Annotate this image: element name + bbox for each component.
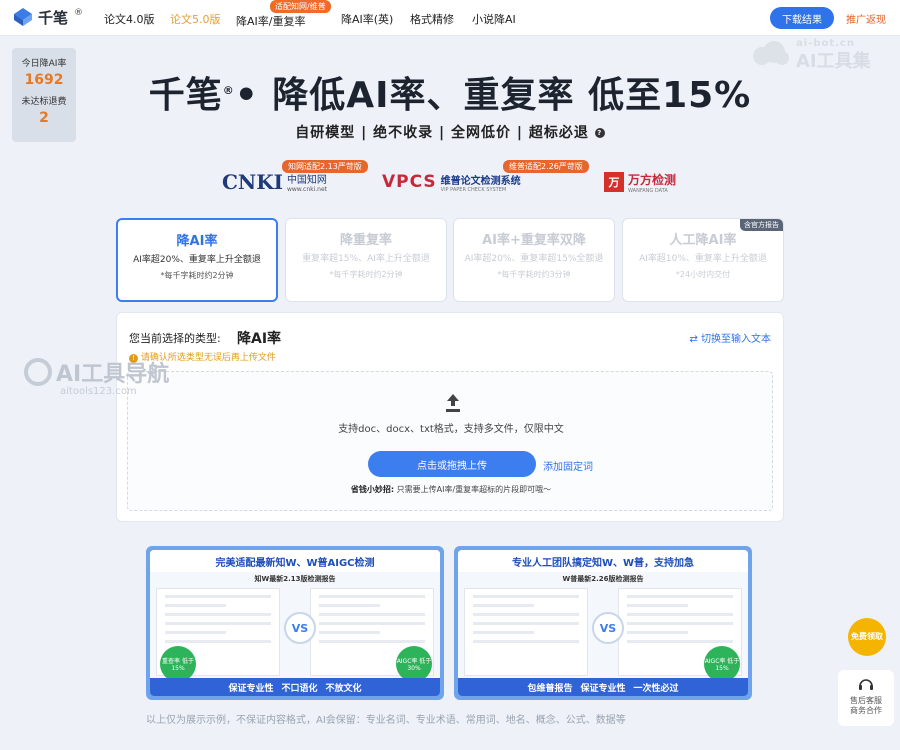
service-label: 售后客服 xyxy=(850,696,882,705)
report-sample-1[interactable]: 完美适配最新知W、W普AIGC检测 知W最新2.13版检测报告 VS 重查率 低… xyxy=(146,546,444,700)
report-headline: 专业人工团队搞定知W、W普，支持加急 xyxy=(458,550,748,572)
hero-title-rest: • 降低AI率、重复率 低至15% xyxy=(234,75,752,116)
strip-item: 不放文化 xyxy=(325,683,362,694)
tip-text: 只需要上传AI率/重复率超标的片段即可哦～ xyxy=(396,485,552,494)
nav-reduce-ai-en[interactable]: 降AI率(英) xyxy=(341,11,393,27)
mode-desc: AI率超20%、重复率超15%全额退 xyxy=(464,254,604,264)
vpcs-en: VIP PAPER CHECK SYSTEM xyxy=(440,186,507,193)
vpcs-logo: VPCS 维普论文检测系统 VIP PAPER CHECK SYSTEM xyxy=(382,168,521,196)
nav-adapt-badge: 适配知网/维普 xyxy=(270,0,331,13)
mode-card-double[interactable]: AI率+重复率双降 AI率超20%、重复率超15%全额退 *每千字耗时约3分钟 xyxy=(453,218,615,302)
upload-panel: 您当前选择的类型: 降AI率 ⇄ 切换至输入文本 ! 请确认所选类型无误后再上传… xyxy=(116,312,784,522)
strip-item: 包维普报告 xyxy=(527,683,573,694)
report-strip: 包维普报告 保证专业性 一次性必过 xyxy=(458,678,748,696)
strip-item: 保证专业性 xyxy=(580,683,626,694)
selected-type-label: 您当前选择的类型: xyxy=(129,332,221,345)
mode-desc: 重复率超15%、AI率上升全额退 xyxy=(302,254,430,264)
swap-icon: ⇄ xyxy=(689,334,701,345)
switch-label: 切换至输入文本 xyxy=(701,334,771,345)
cnki-logo: CNKI 中国知网 www.cnki.net xyxy=(222,168,327,196)
mode-card-manual[interactable]: 含官方报告 人工降AI率 AI率超10%、重复率上升全额退 *24小时内交付 xyxy=(622,218,784,302)
watermark-logo-icon xyxy=(24,358,52,386)
disclaimer: 以上仅为展示示例，不保证内容格式，AI会保留：专业名词、专业术语、常用词、地名、… xyxy=(146,715,626,726)
mode-note: *每千字耗时约2分钟 xyxy=(329,270,403,279)
brand-name: 千笔 xyxy=(38,8,69,27)
wanfang-name: 万方检测 xyxy=(628,172,677,187)
mode-title: AI率+重复率双降 xyxy=(482,233,586,248)
nav-format[interactable]: 格式精修 xyxy=(410,11,454,27)
mode-desc: AI率超10%、重复率上升全额退 xyxy=(639,254,767,264)
add-fixed-phrase-link[interactable]: 添加固定词 xyxy=(543,458,593,473)
nav-reduce-ai[interactable]: 降AI率/重复率 xyxy=(236,13,305,29)
hero-brand: 千笔 xyxy=(148,75,223,116)
hero-subtitle-text: 自研模型 | 绝不收录 | 全网低价 | 超标必退 xyxy=(295,125,589,141)
strip-item: 一次性必过 xyxy=(633,683,679,694)
logo-icon xyxy=(12,6,34,28)
formats-hint: 支持doc、docx、txt格式，支持多文件，仅限中文 xyxy=(338,424,564,435)
hero-subtitle: 自研模型 | 绝不收录 | 全网低价 | 超标必退 ? xyxy=(0,122,900,142)
cnki-url: www.cnki.net xyxy=(286,186,328,193)
cnki-logo-text: CNKI xyxy=(222,170,283,194)
hero-title: 千笔®• 降低AI率、重复率 低至15% xyxy=(0,66,900,118)
report-strip: 保证专业性 不口语化 不放文化 xyxy=(150,678,440,696)
result-circle-right: AIGC率 低于30% xyxy=(396,646,432,682)
wanfang-logo: 万 万方检测 WANFANG DATA xyxy=(604,168,676,196)
report-headline: 完美适配最新知W、W普AIGC检测 xyxy=(150,550,440,572)
mode-card-reduce-ai[interactable]: 降AI率 AI率超20%、重复率上升全额退 *每千字耗时约2分钟 xyxy=(116,218,278,302)
selected-type-value: 降AI率 xyxy=(237,331,282,347)
report-subtitle: W普最新2.26版检测报告 xyxy=(562,575,644,583)
watermark-aitools: AI工具导航 aitools123.com xyxy=(24,356,169,397)
headset-icon xyxy=(859,679,873,690)
mode-title: 降重复率 xyxy=(339,233,392,248)
vpcs-logo-text: VPCS xyxy=(382,172,437,192)
brand-logo[interactable]: 千笔 xyxy=(12,6,68,28)
result-circle-right: AIGC率 低于15% xyxy=(704,646,740,682)
result-circle-left: 重查率 低于15% xyxy=(160,646,196,682)
top-navbar: 千笔 ® 论文4.0版 论文5.0版 适配知网/维普 降AI率/重复率 降AI率… xyxy=(0,0,900,36)
mode-note: *24小时内交付 xyxy=(675,270,731,279)
hero-reg: ® xyxy=(222,84,235,97)
mode-cards: 降AI率 AI率超20%、重复率上升全额退 *每千字耗时约2分钟 降重复率 重复… xyxy=(116,218,784,302)
file-drop-zone[interactable]: 支持doc、docx、txt格式，支持多文件，仅限中文 点击或拖拽上传 添加固定… xyxy=(127,371,773,511)
vs-badge: VS xyxy=(592,612,624,644)
upload-icon xyxy=(446,394,460,412)
strip-item: 不口语化 xyxy=(281,683,318,694)
watermark-side-big: AI工具导航 xyxy=(56,362,170,387)
upload-button[interactable]: 点击或拖拽上传 xyxy=(368,451,536,477)
report-subtitle: 知W最新2.13版检测报告 xyxy=(254,575,336,583)
mode-note: *每千字耗时约2分钟 xyxy=(160,271,234,280)
business-label: 商务合作 xyxy=(850,706,882,715)
report-sample-2[interactable]: 专业人工团队搞定知W、W普，支持加急 W普最新2.26版检测报告 VS AIGC… xyxy=(454,546,752,700)
nav-lunwen-5[interactable]: 论文5.0版 xyxy=(170,11,221,27)
report-page-before xyxy=(464,588,588,676)
nav-lunwen-4[interactable]: 论文4.0版 xyxy=(104,11,155,27)
cnki-cn-text: 中国知网 xyxy=(286,175,327,186)
strip-item: 保证专业性 xyxy=(228,683,274,694)
vpcs-name: 维普论文检测系统 xyxy=(440,175,521,187)
customer-service-widget[interactable]: 售后客服 商务合作 xyxy=(838,670,894,726)
switch-input-text-link[interactable]: ⇄ 切换至输入文本 xyxy=(689,330,771,345)
tip-label: 省钱小妙招: xyxy=(350,485,395,494)
mode-title: 人工降AI率 xyxy=(669,233,737,248)
wanfang-en: WANFANG DATA xyxy=(628,187,668,194)
help-icon[interactable]: ? xyxy=(594,128,605,138)
free-claim-button[interactable]: 免费领取 xyxy=(848,618,886,656)
registered-mark: ® xyxy=(74,8,83,18)
official-report-tag: 含官方报告 xyxy=(740,219,783,231)
wanfang-mark: 万 xyxy=(604,172,624,192)
mode-note: *每千字耗时约3分钟 xyxy=(497,270,571,279)
mode-title: 降AI率 xyxy=(176,234,218,249)
vs-badge: VS xyxy=(284,612,316,644)
nav-novel-ai[interactable]: 小说降AI xyxy=(472,11,516,27)
download-results-button[interactable]: 下载结果 xyxy=(770,7,834,29)
mode-card-reduce-dup[interactable]: 降重复率 重复率超15%、AI率上升全额退 *每千字耗时约2分钟 xyxy=(285,218,447,302)
watermark-cloud-icon xyxy=(753,41,789,65)
saving-tip: 省钱小妙招: 只需要上传AI率/重复率超标的片段即可哦～ xyxy=(128,484,774,495)
mode-desc: AI率超20%、重复率上升全额退 xyxy=(133,255,261,265)
promo-link[interactable]: 推广返现 xyxy=(846,11,886,26)
